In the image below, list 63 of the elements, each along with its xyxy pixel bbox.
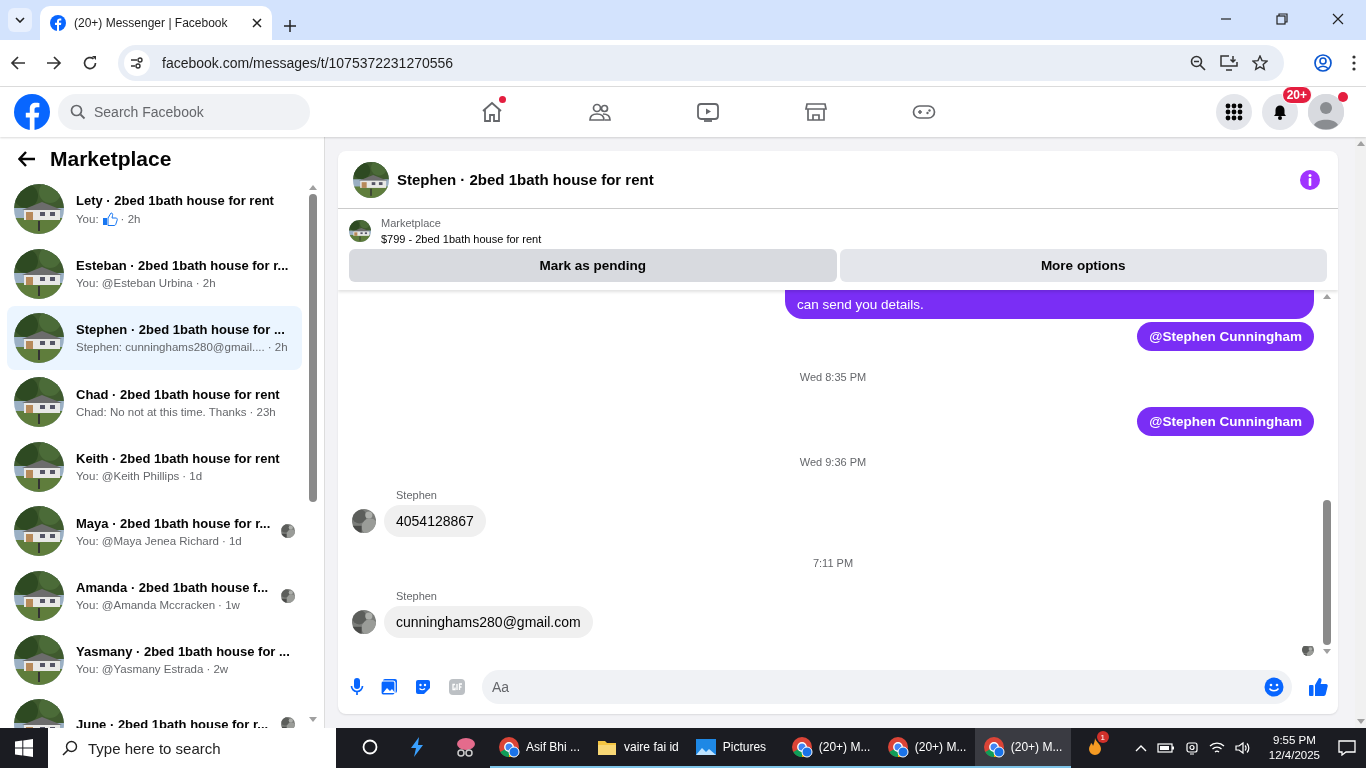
- taskbar-app[interactable]: (20+) M...: [782, 728, 879, 768]
- message-bubble: 4054128867: [384, 505, 486, 537]
- taskbar-app[interactable]: Asif Bhi ...: [490, 728, 589, 768]
- conversation-title: Esteban · 2bed 1bath house for r...: [76, 258, 290, 274]
- conversation-title: Lety · 2bed 1bath house for rent: [76, 192, 275, 208]
- message-preview: You: @Esteban Urbina: [76, 277, 193, 290]
- browser-tab[interactable]: (20+) Messenger | Facebook: [40, 6, 272, 40]
- message-preview: Chad: No not at this time. Thanks: [76, 405, 247, 418]
- taskbar-app[interactable]: Pictures: [686, 728, 783, 768]
- notification-count: 1: [1096, 731, 1109, 743]
- chat-title: Stephen · 2bed 1bath house for rent: [397, 171, 655, 188]
- message-time: · 2w: [206, 663, 229, 676]
- message-time: · 2h: [195, 277, 216, 290]
- message-time: · 1d: [221, 534, 242, 547]
- conversation-title: Amanda · 2bed 1bath house f...: [76, 580, 269, 596]
- listing-button[interactable]: Mark as pending: [349, 249, 837, 282]
- conversation-title: Chad · 2bed 1bath house for rent: [76, 386, 281, 402]
- message-preview: You: @Amanda Mccracken: [76, 599, 216, 612]
- message-preview: You: @Maya Jenea Richard: [76, 534, 219, 547]
- conversation-title: Stephen · 2bed 1bath house for ...: [76, 322, 286, 338]
- conversation-item[interactable]: Chad · 2bed 1bath house for rent Chad: No not at this time. Thanks · 23h: [7, 370, 302, 435]
- timestamp: 7:11 PM: [812, 557, 854, 569]
- clock-time[interactable]: 9:55 PM: [1268, 733, 1320, 748]
- message-bubble: @Stephen Cunningham: [1137, 407, 1314, 436]
- conversation-item[interactable]: Yasmany · 2bed 1bath house for ... You: @Yasmany Estrada · 2w: [7, 627, 302, 693]
- taskbar-app[interactable]: (20+) M...: [878, 728, 975, 768]
- listing-button[interactable]: More options: [839, 249, 1327, 282]
- listing-label: Marketplace: [381, 217, 442, 229]
- conversation-item[interactable]: Esteban · 2bed 1bath house for r... You: @Esteban Urbina · 2h: [7, 241, 302, 306]
- sidebar-title: Marketplace: [50, 147, 172, 171]
- message-preview: Stephen: cunninghams280@gmail....: [76, 341, 265, 354]
- message-preview: You: @Yasmany Estrada: [76, 663, 204, 676]
- conversation-item[interactable]: Stephen · 2bed 1bath house for ... Stephen: cunninghams280@gmail.... · 2h: [7, 305, 302, 371]
- sender-name: Stephen: [396, 590, 438, 602]
- conversation-title: Yasmany · 2bed 1bath house for ...: [76, 644, 291, 660]
- message-time: · 23h: [249, 405, 276, 418]
- message-bubble: cunninghams280@gmail.com: [384, 606, 593, 638]
- message-preview: You:: [76, 212, 99, 225]
- message-time: · 1w: [218, 599, 240, 612]
- conversation-item[interactable]: Lety · 2bed 1bath house for rent You: · 2h: [7, 177, 302, 242]
- taskbar-app[interactable]: 1: [1070, 728, 1119, 768]
- message-time: · 2h: [267, 341, 288, 354]
- conversation-item[interactable]: Maya · 2bed 1bath house for r... You: @Maya Jenea Richard · 1d: [7, 498, 302, 564]
- listing-title: $799 - 2bed 1bath house for rent: [381, 233, 542, 245]
- timestamp: Wed 9:36 PM: [799, 456, 867, 468]
- conversation-title: Keith · 2bed 1bath house for rent: [76, 451, 281, 467]
- message-time: · 2h: [120, 212, 141, 225]
- conversation-title: Maya · 2bed 1bath house for r...: [76, 515, 269, 531]
- message-bubble: can send you details.: [785, 290, 1314, 319]
- message-bubble: @Stephen Cunningham: [1137, 322, 1314, 351]
- message-input[interactable]: Aa: [482, 670, 1292, 704]
- search-field[interactable]: Search Facebook: [58, 94, 310, 130]
- taskbar-search-field[interactable]: Type here to search: [48, 728, 336, 768]
- taskbar-app[interactable]: vaire fai id: [588, 728, 687, 768]
- timestamp: Wed 8:35 PM: [799, 371, 867, 383]
- conversation-item[interactable]: Amanda · 2bed 1bath house f... You: @Amanda Mccracken · 1w: [7, 563, 302, 628]
- conversation-item[interactable]: Keith · 2bed 1bath house for rent You: @Keith Phillips · 1d: [7, 434, 302, 499]
- notification-count: 20+: [1281, 86, 1312, 104]
- sender-name: Stephen: [396, 489, 438, 501]
- taskbar-app[interactable]: (20+) M...: [974, 728, 1071, 768]
- message-time: · 1d: [182, 470, 203, 483]
- clock-date[interactable]: 12/4/2025: [1268, 748, 1320, 763]
- message-preview: You: @Keith Phillips: [76, 470, 180, 483]
